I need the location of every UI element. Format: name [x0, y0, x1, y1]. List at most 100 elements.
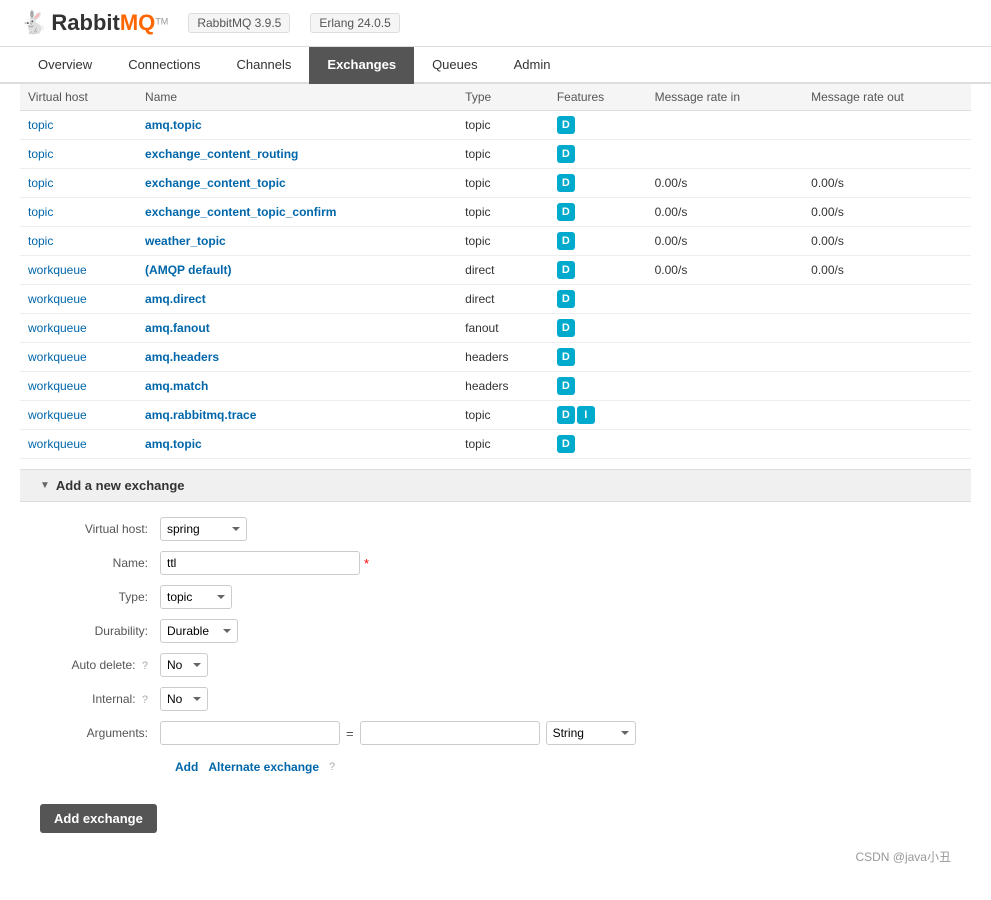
nav-exchanges[interactable]: Exchanges — [309, 47, 414, 84]
exchange-name-cell[interactable]: amq.topic — [137, 111, 457, 140]
rate-in-cell: 0.00/s — [647, 169, 804, 198]
table-row: workqueueamq.rabbitmq.tracetopicDI — [20, 401, 971, 430]
rate-in-cell — [647, 430, 804, 459]
arguments-key-input[interactable] — [160, 721, 340, 745]
vhost-cell: topic — [20, 111, 137, 140]
feature-badge-d: D — [557, 290, 575, 308]
exchange-name-cell[interactable]: exchange_content_topic — [137, 169, 457, 198]
autodelete-select[interactable]: NoYes — [160, 653, 208, 677]
features-cell: D — [549, 314, 647, 343]
rate-out-cell — [803, 111, 971, 140]
vhost-cell: workqueue — [20, 343, 137, 372]
nav-overview[interactable]: Overview — [20, 47, 110, 84]
type-cell: headers — [457, 343, 549, 372]
exchange-name-cell[interactable]: exchange_content_topic_confirm — [137, 198, 457, 227]
feature-badge-d: D — [557, 406, 575, 424]
nav-connections[interactable]: Connections — [110, 47, 218, 84]
type-cell: topic — [457, 401, 549, 430]
feature-badge-d: D — [557, 203, 575, 221]
add-exchange-toggle[interactable]: ▼ Add a new exchange — [20, 469, 971, 502]
rate-out-cell — [803, 285, 971, 314]
rate-out-cell: 0.00/s — [803, 198, 971, 227]
rate-in-cell — [647, 343, 804, 372]
vhost-label: Virtual host: — [40, 522, 160, 536]
feature-badge-d: D — [557, 116, 575, 134]
table-row: topicexchange_content_routingtopicD — [20, 140, 971, 169]
feature-badge-d: D — [557, 319, 575, 337]
feature-badge-d: D — [557, 377, 575, 395]
exchange-name-cell[interactable]: amq.match — [137, 372, 457, 401]
rate-in-cell: 0.00/s — [647, 198, 804, 227]
vhost-cell: topic — [20, 227, 137, 256]
arguments-value-input[interactable] — [360, 721, 540, 745]
type-label: Type: — [40, 590, 160, 604]
alternate-exchange-link[interactable]: Alternate exchange — [208, 760, 319, 774]
features-cell: D — [549, 227, 647, 256]
vhost-cell: topic — [20, 140, 137, 169]
nav-admin[interactable]: Admin — [496, 47, 569, 84]
exchange-name-cell[interactable]: amq.topic — [137, 430, 457, 459]
internal-label: Internal: ? — [40, 692, 160, 706]
features-cell: D — [549, 372, 647, 401]
alternate-help-icon[interactable]: ? — [329, 761, 335, 773]
form-row-arguments: Arguments: = StringNumberBoolean — [40, 721, 951, 745]
col-type: Type — [457, 84, 549, 111]
arguments-type-select[interactable]: StringNumberBoolean — [546, 721, 636, 745]
nav-queues[interactable]: Queues — [414, 47, 496, 84]
rate-out-cell — [803, 372, 971, 401]
features-cell: D — [549, 430, 647, 459]
internal-help[interactable]: ? — [142, 694, 148, 706]
features-cell: D — [549, 285, 647, 314]
rate-in-cell: 0.00/s — [647, 256, 804, 285]
type-cell: topic — [457, 198, 549, 227]
rate-out-cell: 0.00/s — [803, 169, 971, 198]
logo-text: RabbitMQTM — [51, 10, 168, 36]
rate-in-cell — [647, 401, 804, 430]
exchange-name-cell[interactable]: amq.rabbitmq.trace — [137, 401, 457, 430]
vhost-select[interactable]: spring/workqueuetopic — [160, 517, 247, 541]
header: 🐇 RabbitMQTM RabbitMQ 3.9.5 Erlang 24.0.… — [0, 0, 991, 47]
col-rate-in: Message rate in — [647, 84, 804, 111]
table-row: topicamq.topictopicD — [20, 111, 971, 140]
exchanges-table: Virtual host Name Type Features Message … — [20, 84, 971, 459]
rate-out-cell — [803, 343, 971, 372]
rate-out-cell — [803, 140, 971, 169]
internal-select[interactable]: NoYes — [160, 687, 208, 711]
exchange-name-cell[interactable]: weather_topic — [137, 227, 457, 256]
type-cell: headers — [457, 372, 549, 401]
add-link[interactable]: Add — [175, 760, 198, 774]
table-row: workqueueamq.matchheadersD — [20, 372, 971, 401]
rate-in-cell — [647, 372, 804, 401]
table-row: topicexchange_content_topictopicD0.00/s0… — [20, 169, 971, 198]
exchange-name-cell[interactable]: amq.fanout — [137, 314, 457, 343]
features-cell: D — [549, 140, 647, 169]
table-row: workqueueamq.headersheadersD — [20, 343, 971, 372]
exchange-name-cell[interactable]: exchange_content_routing — [137, 140, 457, 169]
durability-select[interactable]: DurableTransient — [160, 619, 238, 643]
rate-out-cell — [803, 401, 971, 430]
arguments-label: Arguments: — [40, 726, 160, 740]
vhost-cell: workqueue — [20, 285, 137, 314]
col-rate-out: Message rate out — [803, 84, 971, 111]
rate-in-cell — [647, 285, 804, 314]
logo: 🐇 RabbitMQTM — [20, 10, 168, 36]
add-exchange-button[interactable]: Add exchange — [40, 804, 157, 833]
vhost-cell: workqueue — [20, 401, 137, 430]
name-input[interactable] — [160, 551, 360, 575]
form-row-autodelete: Auto delete: ? NoYes — [40, 653, 951, 677]
type-select[interactable]: directfanoutheaderstopic — [160, 585, 232, 609]
logo-rabbit: Rabbit — [51, 10, 119, 35]
vhost-cell: topic — [20, 169, 137, 198]
exchange-name-cell[interactable]: amq.direct — [137, 285, 457, 314]
eq-sign: = — [346, 726, 354, 741]
col-features: Features — [549, 84, 647, 111]
feature-badge-d: D — [557, 232, 575, 250]
table-row: workqueueamq.topictopicD — [20, 430, 971, 459]
autodelete-help[interactable]: ? — [142, 660, 148, 672]
exchange-name-cell[interactable]: (AMQP default) — [137, 256, 457, 285]
table-row: workqueue(AMQP default)directD0.00/s0.00… — [20, 256, 971, 285]
table-row: topicweather_topictopicD0.00/s0.00/s — [20, 227, 971, 256]
rabbit-icon: 🐇 — [20, 10, 47, 36]
exchange-name-cell[interactable]: amq.headers — [137, 343, 457, 372]
nav-channels[interactable]: Channels — [218, 47, 309, 84]
